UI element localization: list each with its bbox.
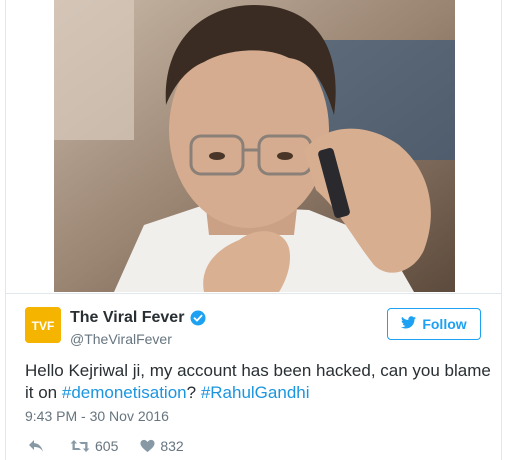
like-button[interactable]: 832 bbox=[140, 438, 184, 454]
like-count: 832 bbox=[160, 438, 184, 454]
author-display-name[interactable]: The Viral Fever bbox=[70, 309, 184, 327]
author-name-row[interactable]: The Viral Fever bbox=[70, 309, 206, 327]
author-handle[interactable]: @TheViralFever bbox=[70, 331, 172, 347]
reply-icon bbox=[28, 439, 44, 453]
tweet-timestamp[interactable]: 9:43 PM - 30 Nov 2016 bbox=[25, 408, 169, 424]
retweet-button[interactable]: 605 bbox=[70, 438, 118, 454]
avatar[interactable]: TVF bbox=[25, 307, 61, 343]
tweet-photo[interactable] bbox=[54, 0, 455, 292]
hashtag-rahulgandhi[interactable]: #RahulGandhi bbox=[201, 383, 310, 402]
follow-label: Follow bbox=[422, 316, 467, 332]
twitter-bird-icon bbox=[401, 316, 417, 332]
tweet-actions: 605 832 bbox=[28, 436, 184, 456]
retweet-count: 605 bbox=[95, 438, 119, 454]
heart-icon bbox=[140, 439, 155, 453]
tweet-card: TVF The Viral Fever @TheViralFever Follo… bbox=[5, 0, 502, 460]
svg-text:TVF: TVF bbox=[32, 319, 55, 333]
follow-button[interactable]: Follow bbox=[387, 308, 481, 340]
media-divider bbox=[6, 293, 501, 294]
tweet-text: Hello Kejriwal ji, my account has been h… bbox=[25, 360, 495, 404]
retweet-icon bbox=[70, 439, 90, 453]
tweet-text-part: ? bbox=[186, 383, 201, 402]
hashtag-demonetisation[interactable]: #demonetisation bbox=[62, 383, 187, 402]
verified-icon bbox=[190, 310, 206, 326]
reply-button[interactable] bbox=[28, 439, 44, 453]
